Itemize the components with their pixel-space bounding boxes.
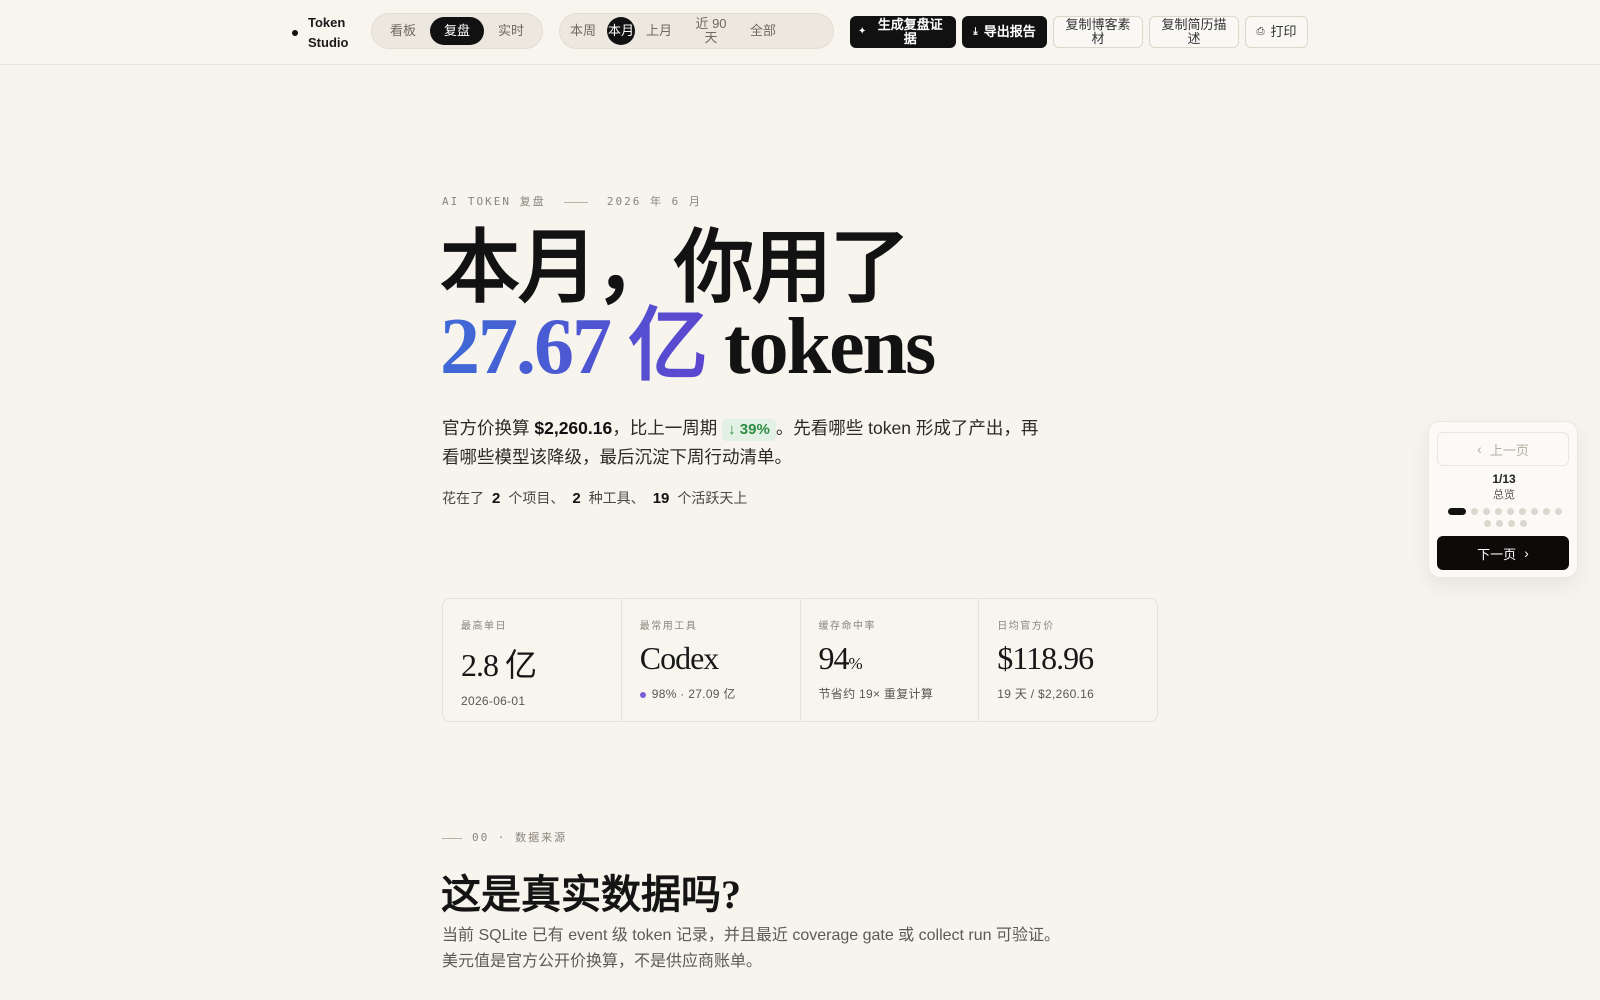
copy-blog-button[interactable]: 复制博客素材 bbox=[1053, 16, 1143, 48]
headline-token-total: 27.67 亿 bbox=[440, 303, 708, 391]
change-badge: ↓ 39% bbox=[722, 419, 776, 441]
brand-logo[interactable]: Token Studio bbox=[292, 13, 352, 53]
section-title: 这是真实数据吗? bbox=[441, 872, 741, 917]
kpi-sub: 2026-06-01 bbox=[461, 694, 526, 708]
usage-stats-line: 花在了 2 个项目、 2 种工具、 19 个活跃天上 bbox=[442, 488, 747, 508]
tools-label: 种工具、 bbox=[588, 490, 645, 506]
kpi-cards: 最高单日 2.8 亿 2026-06-01 最常用工具 Codex 98% · … bbox=[442, 598, 1158, 722]
kpi-sub: 98% · 27.09 亿 bbox=[651, 687, 736, 701]
section-eyebrow: 00 · 数据来源 bbox=[442, 829, 567, 845]
eyebrow-title: AI TOKEN 复盘 bbox=[442, 195, 546, 208]
page-dot[interactable] bbox=[1519, 508, 1526, 515]
kpi-label: 日均官方价 bbox=[997, 621, 1055, 632]
kpi-top-tool: 最常用工具 Codex 98% · 27.09 亿 bbox=[622, 599, 801, 721]
range-this-week[interactable]: 本周 bbox=[569, 17, 597, 45]
page-label: 总览 bbox=[1493, 489, 1515, 501]
kpi-peak-day: 最高单日 2.8 亿 2026-06-01 bbox=[443, 599, 622, 721]
hero-eyebrow: AI TOKEN 复盘 2026 年 6 月 bbox=[442, 193, 702, 209]
kpi-value: $118.96 bbox=[997, 640, 1094, 676]
range-all[interactable]: 全部 bbox=[749, 17, 777, 45]
download-icon: ⤓ bbox=[973, 26, 978, 37]
projects-count: 2 bbox=[492, 490, 501, 507]
change-value: 39% bbox=[739, 421, 770, 438]
brand-dot-icon bbox=[292, 30, 298, 36]
page-dot[interactable] bbox=[1471, 508, 1478, 515]
printer-icon: ⎙ bbox=[1256, 26, 1265, 37]
next-page-label: 下一页 bbox=[1477, 546, 1517, 562]
hero-summary: 官方价换算 $2,260.16，比上一周期 ↓ 39% 。先看哪些 token 形… bbox=[442, 414, 1042, 472]
page-dot[interactable] bbox=[1495, 508, 1502, 515]
summary-prefix: 官方价换算 bbox=[442, 418, 530, 438]
prev-page-label: 上一页 bbox=[1489, 442, 1529, 458]
summary-compare: ，比上一周期 bbox=[612, 418, 718, 438]
range-last-90-days[interactable]: 近 90 天 bbox=[688, 17, 734, 45]
generate-evidence-label: 生成复盘证据 bbox=[877, 17, 943, 46]
range-last-month[interactable]: 上月 bbox=[645, 17, 673, 45]
kpi-value: 94 bbox=[818, 640, 850, 676]
section-eyebrow-label: 数据来源 bbox=[515, 831, 568, 844]
next-page-button[interactable]: 下一页 › bbox=[1437, 536, 1569, 570]
eyebrow-period: 2026 年 6 月 bbox=[606, 195, 702, 208]
tab-realtime[interactable]: 实时 bbox=[484, 17, 538, 45]
copy-resume-button[interactable]: 复制简历描述 bbox=[1149, 16, 1239, 48]
page-dot[interactable] bbox=[1448, 508, 1466, 515]
section-number: 00 bbox=[472, 831, 490, 844]
page-dot[interactable] bbox=[1531, 508, 1538, 515]
range-this-month[interactable]: 本月 bbox=[607, 17, 635, 45]
tools-count: 2 bbox=[572, 490, 581, 507]
kpi-cache-hit-rate: 缓存命中率 94% 节省约 19× 重复计算 bbox=[801, 599, 980, 721]
projects-label: 个项目、 bbox=[508, 490, 565, 506]
top-bar: Token Studio 看板 复盘 实时 本周 本月 上月 近 90 天 全部… bbox=[0, 0, 1600, 65]
page-dot[interactable] bbox=[1507, 520, 1515, 527]
print-button[interactable]: ⎙ 打印 bbox=[1245, 16, 1308, 48]
stats-prefix: 花在了 bbox=[442, 490, 484, 506]
page-dot[interactable] bbox=[1483, 520, 1491, 527]
kpi-value: Codex bbox=[639, 640, 720, 676]
kpi-sub: 19 天 / $2,260.16 bbox=[997, 687, 1095, 701]
kpi-value: 2.8 亿 bbox=[461, 647, 537, 683]
section-divider bbox=[442, 837, 462, 839]
tab-board[interactable]: 看板 bbox=[376, 17, 430, 45]
view-tabs: 看板 复盘 实时 bbox=[371, 13, 543, 49]
eyebrow-divider bbox=[564, 201, 589, 203]
kpi-sub: 节省约 19× 重复计算 bbox=[818, 687, 934, 701]
brand-name: Token Studio bbox=[308, 15, 349, 50]
page-dot[interactable] bbox=[1507, 508, 1514, 515]
page-dot[interactable] bbox=[1555, 508, 1562, 515]
print-label: 打印 bbox=[1270, 24, 1297, 39]
kpi-label: 最常用工具 bbox=[639, 621, 698, 632]
page-dots bbox=[1447, 508, 1563, 527]
export-report-label: 导出报告 bbox=[983, 24, 1036, 39]
tab-review[interactable]: 复盘 bbox=[430, 17, 484, 45]
chevron-left-icon: ‹ bbox=[1477, 441, 1482, 457]
kpi-value-wrap: 94% bbox=[819, 640, 961, 677]
page-dot[interactable] bbox=[1495, 520, 1503, 527]
arrow-down-icon: ↓ bbox=[728, 421, 736, 438]
kpi-label: 最高单日 bbox=[461, 621, 507, 632]
hero-headline: 本月，你用了 27.67 亿 tokens bbox=[440, 229, 1080, 387]
chevron-right-icon: › bbox=[1524, 545, 1529, 561]
slide-pager: ‹ 上一页 1/13 总览 下一页 › bbox=[1428, 421, 1578, 578]
prev-page-button[interactable]: ‹ 上一页 bbox=[1437, 432, 1569, 466]
page-dot[interactable] bbox=[1543, 508, 1550, 515]
days-count: 19 bbox=[652, 490, 670, 507]
kpi-sub-wrap: 98% · 27.09 亿 bbox=[639, 685, 782, 702]
range-tabs: 本周 本月 上月 近 90 天 全部 bbox=[559, 13, 834, 49]
sparkle-icon: ✦ bbox=[858, 26, 867, 37]
headline-prefix: 本月，你用了 bbox=[440, 225, 910, 313]
tool-color-dot-icon bbox=[639, 691, 646, 698]
summary-amount: $2,260.16 bbox=[534, 418, 613, 438]
page-dot[interactable] bbox=[1483, 508, 1490, 515]
export-report-button[interactable]: ⤓ 导出报告 bbox=[962, 16, 1047, 48]
headline-suffix: tokens bbox=[724, 303, 936, 391]
page-dot[interactable] bbox=[1519, 520, 1527, 527]
kpi-unit: % bbox=[848, 654, 863, 673]
kpi-daily-avg-price: 日均官方价 $118.96 19 天 / $2,260.16 bbox=[979, 599, 1157, 721]
days-label: 个活跃天上 bbox=[677, 490, 748, 506]
kpi-label: 缓存命中率 bbox=[818, 621, 876, 632]
page-counter: 1/13 bbox=[1492, 472, 1516, 486]
section-body: 当前 SQLite 已有 event 级 token 记录，并且最近 cover… bbox=[442, 927, 1060, 970]
generate-evidence-button[interactable]: ✦ 生成复盘证据 bbox=[850, 16, 956, 48]
